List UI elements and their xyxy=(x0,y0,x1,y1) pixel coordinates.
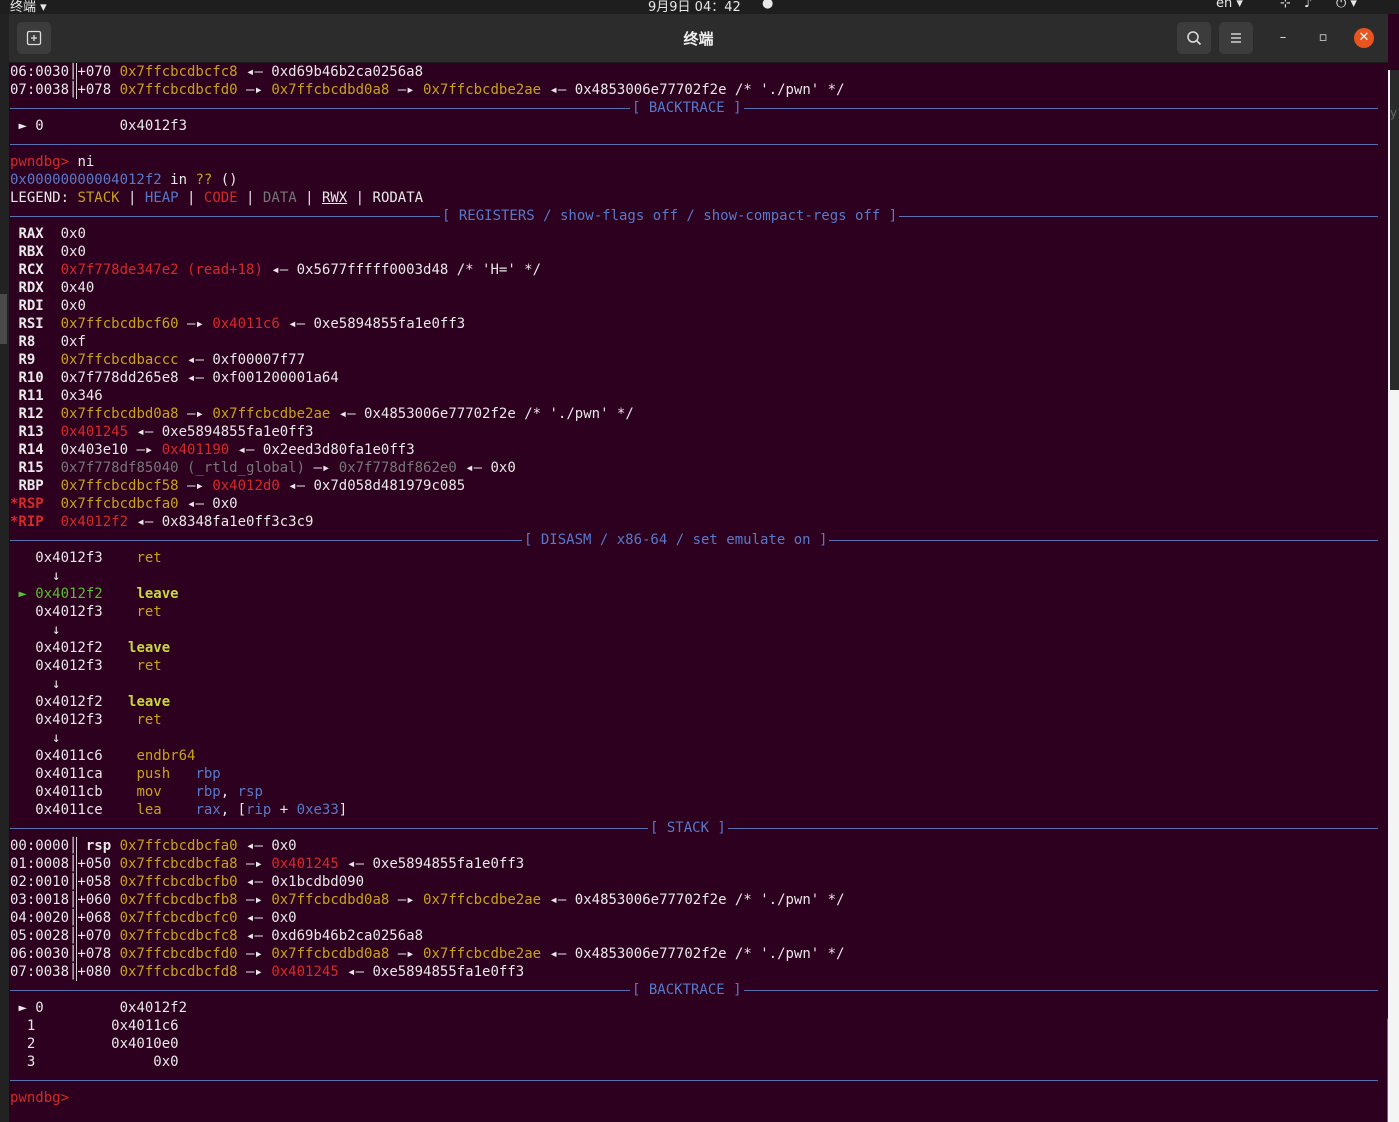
section-divider: [ BACKTRACE ] xyxy=(10,99,1378,117)
backtrace-frame: ► 0 0x4012f3 xyxy=(18,118,188,134)
disasm-line: 0x4011c6 endbr64 xyxy=(10,748,196,764)
app-menu[interactable]: 终端 ▾ xyxy=(10,0,47,15)
disasm-arrow: ↓ xyxy=(10,676,61,692)
register-row: RDX 0x40 xyxy=(18,280,95,296)
prompt: pwndbg> xyxy=(10,154,70,170)
disasm-header: [ DISASM / x86-64 / set emulate on ] xyxy=(522,531,830,549)
register-row: R10 0x7f778dd265e8 ◂— 0xf001200001a64 xyxy=(18,370,339,386)
language-indicator[interactable]: en ▾ xyxy=(1216,0,1243,11)
stack-line: 06:0030│+070 0x7ffcbcdbcfc8 ◂— 0xd69b46b… xyxy=(10,64,424,80)
disasm-line: 0x4012f2 leave xyxy=(10,640,171,656)
stack-row: 03:0018│+060 0x7ffcbcdbcfb8 —▸ 0x7ffcbcd… xyxy=(10,892,845,908)
backtrace-header: [ BACKTRACE ] xyxy=(630,99,744,117)
system-top-bar: 终端 ▾ 9月9日 04：42 ● en ▾ ⊹ ♪ ⏻ ▾ xyxy=(0,0,1399,15)
section-divider: [ REGISTERS / show-flags off / show-comp… xyxy=(10,207,1378,225)
legend-line: LEGEND: STACK | HEAP | CODE | DATA | RWX… xyxy=(10,190,424,206)
network-icon[interactable]: ⊹ xyxy=(1280,0,1291,11)
register-row: RDI 0x0 xyxy=(18,298,86,314)
command-line[interactable]: pwndbg> xyxy=(10,1089,1378,1107)
register-row: *RIP 0x4012f2 ◂— 0x8348fa1e0ff3c3c9 xyxy=(10,514,314,530)
stack-header: [ STACK ] xyxy=(648,819,728,837)
search-icon xyxy=(1187,31,1202,46)
backtrace-frame: 1 0x4011c6 xyxy=(10,1018,179,1034)
current-frame-arrow-icon: ► xyxy=(18,1000,27,1016)
stack-row: 06:0030│+078 0x7ffcbcdbcfd0 —▸ 0x7ffcbcd… xyxy=(10,946,845,962)
register-row: RAX 0x0 xyxy=(18,226,86,242)
close-button[interactable]: ✕ xyxy=(1354,28,1374,48)
stack-row: 01:0008│+050 0x7ffcbcdbcfa8 —▸ 0x401245 … xyxy=(10,856,525,872)
register-row: R14 0x403e10 —▸ 0x401190 ◂— 0x2eed3d80fa… xyxy=(18,442,415,458)
disasm-arrow: ↓ xyxy=(10,568,61,584)
backtrace-header: [ BACKTRACE ] xyxy=(630,981,744,999)
register-row: R9 0x7ffcbcdbaccc ◂— 0xf00007f77 xyxy=(18,352,306,368)
stack-row: 02:0010│+058 0x7ffcbcdbcfb0 ◂— 0x1bcdbd0… xyxy=(10,874,365,890)
register-row: R13 0x401245 ◂— 0xe5894855fa1e0ff3 xyxy=(18,424,314,440)
stack-column-separator xyxy=(76,63,77,99)
hamburger-menu-icon xyxy=(1231,33,1241,43)
register-row: R11 0x346 xyxy=(18,388,103,404)
register-row: R12 0x7ffcbcdbd0a8 —▸ 0x7ffcbcdbe2ae ◂— … xyxy=(18,406,634,422)
dock-edge xyxy=(0,14,9,1122)
backtrace-frame: 3 0x0 xyxy=(10,1054,179,1070)
register-row: RSI 0x7ffcbcdbcf60 —▸ 0x4011c6 ◂— 0xe589… xyxy=(18,316,466,332)
stack-row: 00:0000│ rsp 0x7ffcbcdbcfa0 ◂— 0x0 xyxy=(10,838,297,854)
dock-indicator xyxy=(0,294,7,344)
search-button[interactable] xyxy=(1177,22,1211,54)
terminal-content[interactable]: 06:0030│+070 0x7ffcbcdbcfc8 ◂— 0xd69b46b… xyxy=(10,63,1378,1107)
section-divider xyxy=(10,1071,1378,1089)
disasm-line: 0x4012f3 ret xyxy=(10,604,162,620)
stack-column-separator xyxy=(76,837,77,981)
disasm-line-current: ► 0x4012f2 leave xyxy=(18,586,179,602)
disasm-line: 0x4012f3 ret xyxy=(10,712,162,728)
register-row: *RSP 0x7ffcbcdbcfa0 ◂— 0x0 xyxy=(10,496,238,512)
notification-dot-icon: ● xyxy=(762,0,774,11)
section-divider: [ DISASM / x86-64 / set emulate on ] xyxy=(10,531,1378,549)
section-divider: [ BACKTRACE ] xyxy=(10,981,1378,999)
terminal-window: 终端 – ▫ ✕ 06:0030│+070 0x7ffcbcdbcfc8 ◂— … xyxy=(9,14,1388,1122)
stack-row: 04:0020│+068 0x7ffcbcdbcfc0 ◂— 0x0 xyxy=(10,910,297,926)
background-window-edge: y xyxy=(1388,70,1399,1122)
disasm-line: 0x4012f3 ret xyxy=(10,658,162,674)
disasm-arrow: ↓ xyxy=(10,730,61,746)
maximize-button[interactable]: ▫ xyxy=(1313,28,1333,48)
background-window-text: y xyxy=(1390,106,1398,120)
current-frame-arrow-icon: ► xyxy=(18,118,27,134)
register-row: RBX 0x0 xyxy=(18,244,86,260)
register-row: R8 0xf xyxy=(18,334,86,350)
menu-button[interactable] xyxy=(1219,22,1253,54)
backtrace-frame: ► 0 0x4012f2 xyxy=(18,1000,188,1016)
stack-row: 05:0028│+070 0x7ffcbcdbcfc8 ◂— 0xd69b46b… xyxy=(10,928,424,944)
backtrace-frame: 2 0x4010e0 xyxy=(10,1036,179,1052)
minimize-button[interactable]: – xyxy=(1273,28,1293,48)
disasm-line: 0x4012f3 ret xyxy=(10,550,162,566)
location-line: 0x00000000004012f2 in ?? () xyxy=(10,172,238,188)
disasm-line: 0x4012f2 leave xyxy=(10,694,171,710)
section-divider: [ STACK ] xyxy=(10,819,1378,837)
section-divider xyxy=(10,135,1378,153)
disasm-line: 0x4011ce lea rax, [rip + 0xe33] xyxy=(10,802,348,818)
register-row: RCX 0x7f778de347e2 (read+18) ◂— 0x5677ff… xyxy=(18,262,542,278)
disasm-arrow: ↓ xyxy=(10,622,61,638)
scrollbar[interactable] xyxy=(1387,1017,1388,1122)
stack-row: 07:0038│+080 0x7ffcbcdbcfd8 —▸ 0x401245 … xyxy=(10,964,525,980)
register-row: R15 0x7f778df85040 (_rtld_global) —▸ 0x7… xyxy=(18,460,516,476)
current-instruction-arrow-icon: ► xyxy=(18,586,27,602)
power-icon[interactable]: ⏻ ▾ xyxy=(1336,0,1357,11)
command-line: pwndbg> ni xyxy=(10,153,1378,171)
registers-header: [ REGISTERS / show-flags off / show-comp… xyxy=(440,207,900,225)
disasm-line: 0x4011cb mov rbp, rsp xyxy=(10,784,263,800)
window-header: 终端 – ▫ ✕ xyxy=(9,14,1388,63)
disasm-line: 0x4011ca push rbp xyxy=(10,766,221,782)
volume-icon[interactable]: ♪ xyxy=(1304,0,1312,11)
clock[interactable]: 9月9日 04：42 xyxy=(648,0,741,15)
register-row: RBP 0x7ffcbcdbcf58 —▸ 0x4012d0 ◂— 0x7d05… xyxy=(18,478,466,494)
command: ni xyxy=(69,154,95,170)
stack-line: 07:0038│+078 0x7ffcbcdbcfd0 —▸ 0x7ffcbcd… xyxy=(10,82,845,98)
prompt: pwndbg> xyxy=(10,1090,70,1106)
